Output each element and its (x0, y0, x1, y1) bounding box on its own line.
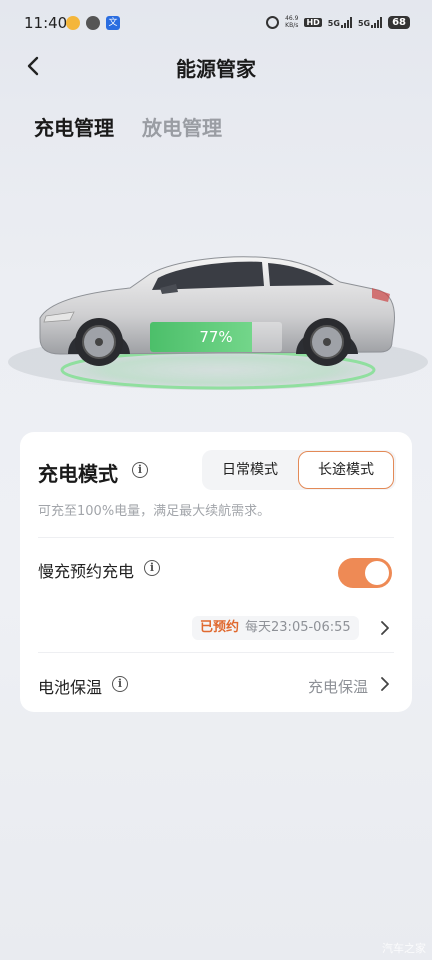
battery-heating-value[interactable]: 充电保温 (308, 676, 368, 697)
vehicle-image (8, 256, 428, 390)
watermark: 汽车之家 (382, 942, 426, 955)
status-time: 11:40 (24, 14, 68, 32)
charge-level-bar: 77% (150, 322, 282, 352)
tab-bar: 充电管理 放电管理 (34, 112, 222, 141)
slow-charge-schedule-label: 慢充预约充电 (38, 562, 135, 581)
wechat-icon (86, 16, 100, 30)
network-speed: 46.9 KB/s (285, 15, 298, 29)
page-title: 能源管家 (176, 57, 256, 81)
translate-icon: 文 (106, 16, 120, 30)
charging-settings-card: 充电模式 i 日常模式 长途模式 可充至100%电量，满足最大续航需求。 慢充预… (20, 432, 412, 712)
scheduled-badge: 已预约 (200, 620, 240, 635)
signal-2-label: 5G (357, 18, 371, 28)
weibo-icon (66, 16, 80, 30)
tab-charging-management[interactable]: 充电管理 (34, 112, 114, 141)
network-speed-unit: KB/s (285, 22, 299, 29)
charge-percent: 77% (199, 328, 233, 346)
charge-mode-selector: 日常模式 长途模式 (202, 450, 396, 490)
divider (38, 537, 394, 538)
battery-indicator: 68 (388, 15, 410, 29)
schedule-time: 每天23:05-06:55 (245, 620, 351, 635)
divider (38, 652, 394, 653)
battery-heating-label: 电池保温 (38, 678, 103, 697)
toggle-knob (365, 561, 389, 585)
daily-mode-button[interactable]: 日常模式 (202, 450, 298, 490)
charge-mode-description: 可充至100%电量，满足最大续航需求。 (38, 504, 271, 519)
signal-bars-icon (371, 16, 383, 28)
status-bar: 11:40 文 46.9 KB/s HD 5G 5G 68 (0, 0, 432, 46)
slow-charge-toggle[interactable] (338, 558, 392, 588)
info-icon[interactable]: i (112, 676, 128, 692)
signal-bars-icon (340, 16, 352, 28)
hd-icon: HD (304, 17, 322, 27)
chevron-right-icon[interactable] (380, 677, 390, 691)
long-trip-mode-button[interactable]: 长途模式 (298, 451, 394, 489)
signal-1-label: 5G (327, 18, 340, 28)
signal-1: 5G (327, 16, 352, 28)
info-icon[interactable]: i (132, 462, 148, 478)
status-indicators: 46.9 KB/s HD 5G 5G 68 (266, 15, 410, 29)
schedule-summary[interactable]: 已预约 每天23:05-06:55 (192, 616, 359, 640)
chevron-right-icon[interactable] (380, 621, 390, 635)
charge-mode-title: 充电模式 (38, 462, 118, 486)
signal-2: 5G (357, 16, 383, 28)
tab-discharging-management[interactable]: 放电管理 (142, 112, 222, 141)
alarm-icon (266, 15, 280, 29)
network-speed-value: 46.9 (285, 15, 299, 22)
info-icon[interactable]: i (144, 560, 160, 576)
